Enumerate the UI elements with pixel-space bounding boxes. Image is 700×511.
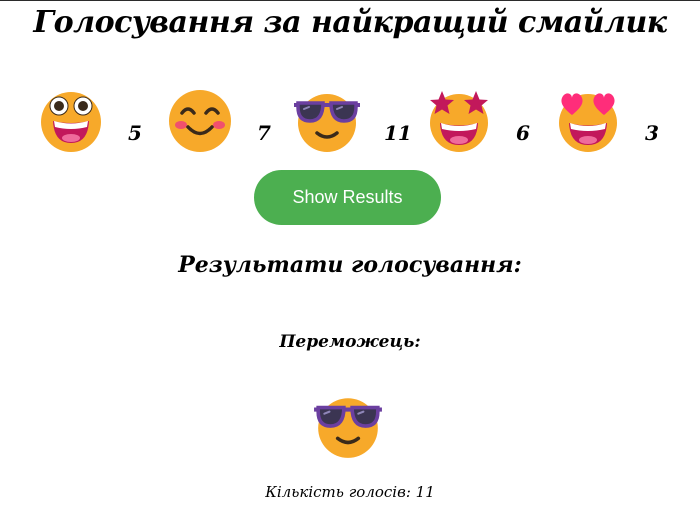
- vote-count: 3: [645, 121, 659, 145]
- star-struck-face-icon: [430, 91, 488, 152]
- show-results-button[interactable]: Show Results: [254, 170, 441, 225]
- sunglasses-face-icon: [314, 398, 382, 458]
- sunglasses-face-icon: [294, 94, 360, 152]
- emoji-option-1: 5: [36, 85, 166, 157]
- results-heading: Результати голосування:: [178, 252, 522, 278]
- vote-button-heart-eyes[interactable]: [553, 85, 623, 155]
- emoji-option-2: 7: [165, 85, 295, 157]
- page: Голосування за найкращий смайлик 5 7 11 …: [0, 0, 700, 511]
- vote-button-blush[interactable]: [165, 85, 235, 155]
- vote-count: 11: [384, 121, 412, 145]
- emoji-option-5: 3: [553, 85, 683, 157]
- emoji-option-4: 6: [424, 85, 554, 157]
- winner-emoji: [312, 389, 384, 461]
- winner-heading: Переможець:: [279, 332, 421, 352]
- grinning-face-big-eyes-icon: [41, 92, 101, 152]
- emoji-list: 5 7 11 6 3: [0, 85, 700, 157]
- page-title: Голосування за найкращий смайлик: [33, 5, 667, 40]
- heart-eyes-face-icon: [559, 93, 617, 152]
- vote-button-sunglasses[interactable]: [292, 85, 362, 155]
- vote-count: 6: [516, 121, 530, 145]
- vote-count: 7: [257, 121, 271, 145]
- vote-count: 5: [128, 121, 142, 145]
- smiling-face-blush-icon: [169, 90, 231, 152]
- emoji-option-3: 11: [292, 85, 422, 157]
- vote-button-star-struck[interactable]: [424, 85, 494, 155]
- vote-button-grinning[interactable]: [36, 85, 106, 155]
- winner-vote-count: Кількість голосів: 11: [265, 483, 435, 501]
